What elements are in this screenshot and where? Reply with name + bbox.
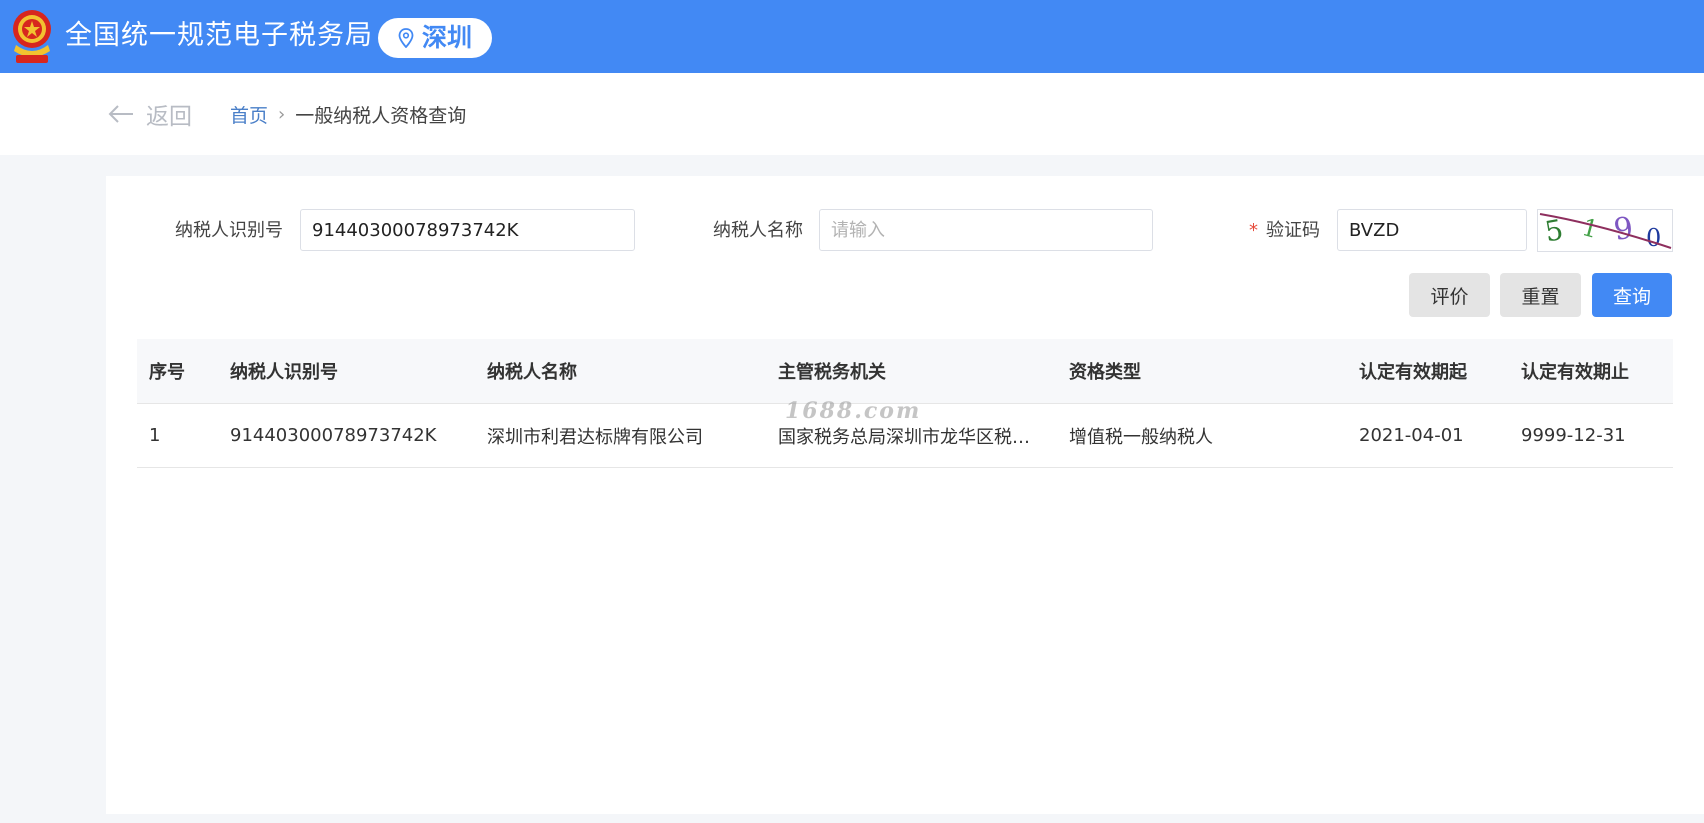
column-header-valid-to: 认定有效期止 — [1521, 362, 1629, 383]
svg-text:0: 0 — [1646, 224, 1661, 251]
captcha-label-text: 验证码 — [1266, 220, 1320, 241]
column-header-taxpayer-name: 纳税人名称 — [487, 362, 577, 383]
column-header-taxpayer-id: 纳税人识别号 — [230, 362, 338, 383]
breadcrumb-bar: 返回 首页 › 一般纳税人资格查询 — [0, 73, 1704, 155]
captcha-graphic: 5 1 9 0 — [1539, 211, 1672, 252]
back-label: 返回 — [146, 104, 192, 130]
captcha-input[interactable] — [1337, 209, 1527, 251]
taxpayer-id-label: 纳税人识别号 — [175, 220, 283, 241]
cell-valid-from: 2021-04-01 — [1359, 425, 1464, 446]
cell-qualification-type: 增值税一般纳税人 — [1069, 426, 1213, 448]
rate-button[interactable]: 评价 — [1409, 273, 1490, 317]
breadcrumb-home-link[interactable]: 首页 — [230, 101, 268, 128]
cell-taxpayer-id: 91440300078973742K — [230, 425, 437, 446]
captcha-image[interactable]: 5 1 9 0 — [1537, 209, 1673, 252]
top-header-bar: 全国统一规范电子税务局 深圳 — [0, 0, 1704, 73]
taxpayer-id-input[interactable] — [300, 209, 635, 251]
site-title: 全国统一规范电子税务局 — [65, 20, 373, 51]
city-name: 深圳 — [421, 23, 472, 52]
watermark-text: 1688.com — [785, 398, 922, 424]
query-button[interactable]: 查询 — [1592, 273, 1672, 317]
taxpayer-name-input[interactable] — [819, 209, 1153, 251]
captcha-label: * 验证码 — [1249, 209, 1320, 253]
city-selector[interactable]: 深圳 — [378, 18, 492, 58]
query-panel: 纳税人识别号 纳税人名称 * 验证码 5 1 9 0 评价 重置 查询 序号 纳税… — [106, 176, 1704, 814]
cell-index: 1 — [149, 425, 161, 446]
cell-valid-to: 9999-12-31 — [1521, 425, 1626, 446]
taxpayer-name-label: 纳税人名称 — [713, 220, 803, 241]
cell-taxpayer-name: 深圳市利君达标牌有限公司 — [487, 426, 703, 448]
svg-text:9: 9 — [1612, 211, 1636, 248]
tax-emblem-icon — [13, 10, 51, 63]
column-header-tax-authority: 主管税务机关 — [778, 362, 886, 383]
breadcrumb: 首页 › 一般纳税人资格查询 — [230, 101, 466, 128]
location-pin-icon — [398, 28, 414, 48]
svg-text:1: 1 — [1579, 213, 1601, 244]
reset-button[interactable]: 重置 — [1500, 273, 1581, 317]
breadcrumb-current: 一般纳税人资格查询 — [295, 105, 467, 127]
column-header-qualification-type: 资格类型 — [1069, 362, 1141, 383]
table-header-row: 序号 纳税人识别号 纳税人名称 主管税务机关 资格类型 认定有效期起 认定有效期… — [137, 339, 1673, 404]
column-header-index: 序号 — [149, 362, 185, 383]
required-mark: * — [1249, 220, 1258, 241]
back-button[interactable]: 返回 — [108, 97, 192, 131]
breadcrumb-separator: › — [278, 104, 286, 125]
column-header-valid-from: 认定有效期起 — [1359, 362, 1467, 383]
arrow-left-icon — [108, 105, 133, 123]
